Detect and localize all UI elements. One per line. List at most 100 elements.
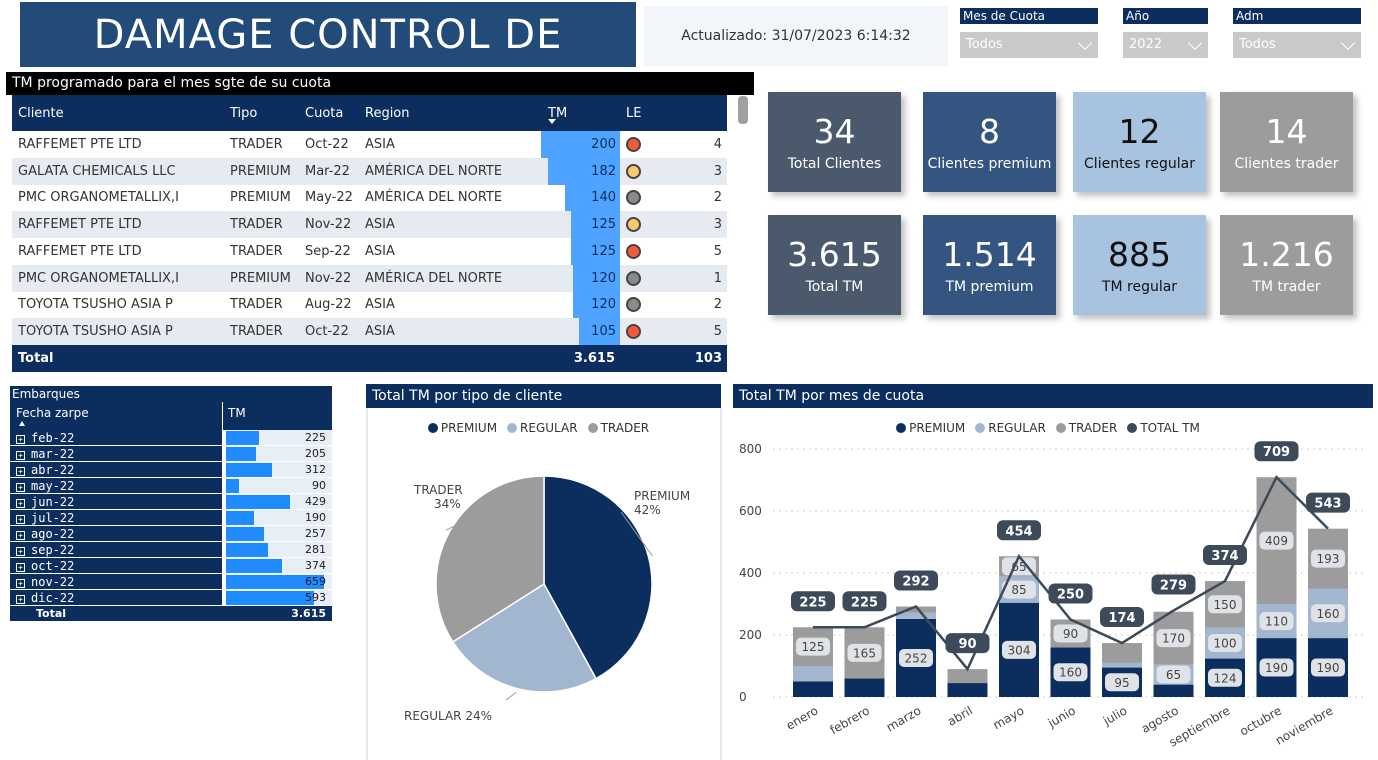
bar-segment-premium <box>793 681 833 697</box>
table-row[interactable]: + abr-22 312 <box>10 462 332 478</box>
cell-tm: 105 <box>579 318 620 345</box>
tm-cell: 190 <box>226 510 332 525</box>
table-row[interactable]: RAFFEMET PTE LTD TRADER Nov-22 ASIA 125 3 <box>12 211 727 238</box>
table-row[interactable]: + may-22 90 <box>10 478 332 494</box>
cell-region: AMÉRICA DEL NORTE <box>365 270 503 286</box>
data-bar <box>226 591 314 605</box>
cell-cliente: RAFFEMET PTE LTD <box>18 217 142 233</box>
col-header-tm[interactable]: TM <box>228 406 246 420</box>
table-row[interactable]: TOYOTA TSUSHO ASIA P TRADER Oct-22 ASIA 105 5 <box>12 318 727 345</box>
table-scrollbar[interactable] <box>738 96 748 124</box>
col-header-tm[interactable]: TM <box>548 95 567 131</box>
col-header-cliente[interactable]: Cliente <box>18 95 64 131</box>
cell-cuota: Nov-22 <box>305 270 352 286</box>
x-tick-label: febrero <box>828 703 872 737</box>
slicer-label: Mes de Cuota <box>960 8 1098 24</box>
total-label: 292 <box>902 574 929 589</box>
month-cell: + may-22 <box>10 478 222 493</box>
bar-segment-premium <box>1153 684 1194 697</box>
slicer-mes-cuota[interactable]: Mes de Cuota Todos <box>960 8 1098 58</box>
expand-icon[interactable]: + <box>16 499 25 508</box>
segment-label: 252 <box>905 651 928 665</box>
table-row[interactable]: PMC ORGANOMETALLIX,I PREMIUM May-22 AMÉRICA… <box>12 184 727 212</box>
kpi-value: 12 <box>1118 112 1161 151</box>
table-total-row: Total 3.615 103 <box>12 345 727 372</box>
total-value: 3.615 <box>291 607 326 620</box>
cell-cliente: TOYOTA TSUSHO ASIA P <box>18 297 173 313</box>
table-row[interactable]: + jul-22 190 <box>10 510 332 526</box>
cell-tipo: TRADER <box>230 217 283 233</box>
expand-icon[interactable]: + <box>16 563 25 572</box>
kpi-label: Clientes premium <box>927 156 1052 172</box>
cell-region: AMÉRICA DEL NORTE <box>365 190 503 206</box>
col-header-le[interactable]: LE <box>626 95 641 131</box>
cell-cuota: Nov-22 <box>305 217 352 233</box>
table-row[interactable]: RAFFEMET PTE LTD TRADER Oct-22 ASIA 200 4 <box>12 131 727 158</box>
month-label: oct-22 <box>31 559 75 573</box>
expand-icon[interactable]: + <box>16 531 25 540</box>
table-row[interactable]: + nov-22 659 <box>10 574 332 590</box>
cell-tipo: PREMIUM <box>230 190 291 206</box>
expand-icon[interactable]: + <box>16 579 25 588</box>
x-tick-label: noviembre <box>1273 703 1336 747</box>
table-row[interactable]: + feb-22 225 <box>10 430 332 446</box>
total-label: 279 <box>1160 579 1187 594</box>
expand-icon[interactable]: + <box>16 515 25 524</box>
tm-value: 257 <box>305 527 326 540</box>
slicer-dropdown[interactable]: Todos <box>960 32 1098 58</box>
total-label: 90 <box>958 637 976 652</box>
slicer-dropdown[interactable]: Todos <box>1233 32 1361 58</box>
expand-icon[interactable]: + <box>16 435 25 444</box>
table-row[interactable]: GALATA CHEMICALS LLC PREMIUM Mar-22 AMÉRICA… <box>12 157 727 185</box>
col-header-region[interactable]: Region <box>365 95 410 131</box>
pie-chart: PREMIUM42% REGULAR 24% TRADER34% <box>404 475 690 723</box>
embarques-title: Embarques <box>10 386 332 402</box>
total-label: Total <box>18 351 54 366</box>
expand-icon[interactable]: + <box>16 467 25 476</box>
slicer-dropdown[interactable]: 2022 <box>1123 32 1208 58</box>
total-tm: 3.615 <box>573 351 615 366</box>
cell-tipo: PREMIUM <box>230 163 291 179</box>
cell-le: 5 <box>713 243 722 259</box>
table-row[interactable]: + jun-22 429 <box>10 494 332 510</box>
tm-cell: 225 <box>226 430 332 445</box>
kpi-value: 8 <box>979 112 1000 151</box>
month-cell: + feb-22 <box>10 430 222 445</box>
total-label: 225 <box>799 595 826 610</box>
segment-label: 124 <box>1214 671 1237 685</box>
bar-segment-regular <box>793 666 833 682</box>
le-indicator <box>626 131 641 158</box>
table-row[interactable]: + sep-22 281 <box>10 542 332 558</box>
col-header-cuota[interactable]: Cuota <box>305 95 343 131</box>
expand-icon[interactable]: + <box>16 483 25 492</box>
slicer-label: Año <box>1123 8 1208 24</box>
col-header-fecha[interactable]: Fecha zarpe <box>16 406 89 420</box>
data-bar <box>226 479 239 493</box>
kpi-value: 14 <box>1265 112 1308 151</box>
slicer-anio[interactable]: Año 2022 <box>1123 8 1208 58</box>
table-row[interactable]: + oct-22 374 <box>10 558 332 574</box>
expand-icon[interactable]: + <box>16 451 25 460</box>
kpi-card: 34 Total Clientes <box>768 92 901 192</box>
col-header-tipo[interactable]: Tipo <box>230 95 257 131</box>
status-dot-icon <box>626 190 641 206</box>
table-row[interactable]: + mar-22 205 <box>10 446 332 462</box>
table-row[interactable]: + ago-22 257 <box>10 526 332 542</box>
cell-le: 3 <box>713 163 722 179</box>
embarques-header: Fecha zarpe TM <box>10 402 332 430</box>
tm-value: 659 <box>305 575 326 588</box>
total-label: 454 <box>1005 524 1032 539</box>
tm-cell: 90 <box>226 478 332 493</box>
pie-leader-line <box>505 692 517 701</box>
table-row[interactable]: TOYOTA TSUSHO ASIA P TRADER Aug-22 ASIA 120 2 <box>12 291 727 319</box>
data-bar <box>226 431 259 445</box>
expand-icon[interactable]: + <box>16 595 25 604</box>
expand-icon[interactable]: + <box>16 547 25 556</box>
le-indicator <box>626 265 641 292</box>
slicer-adm[interactable]: Adm Todos <box>1233 8 1361 58</box>
table-row[interactable]: PMC ORGANOMETALLIX,I PREMIUM Nov-22 AMÉRICA… <box>12 264 727 292</box>
pie-pct-label: 34% <box>434 497 461 511</box>
kpi-grid: 34 Total Clientes 8 Clientes premium 12 Clien… <box>768 92 1358 317</box>
table-row[interactable]: + dic-22 593 <box>10 590 332 606</box>
table-row[interactable]: RAFFEMET PTE LTD TRADER Sep-22 ASIA 125 5 <box>12 238 727 265</box>
